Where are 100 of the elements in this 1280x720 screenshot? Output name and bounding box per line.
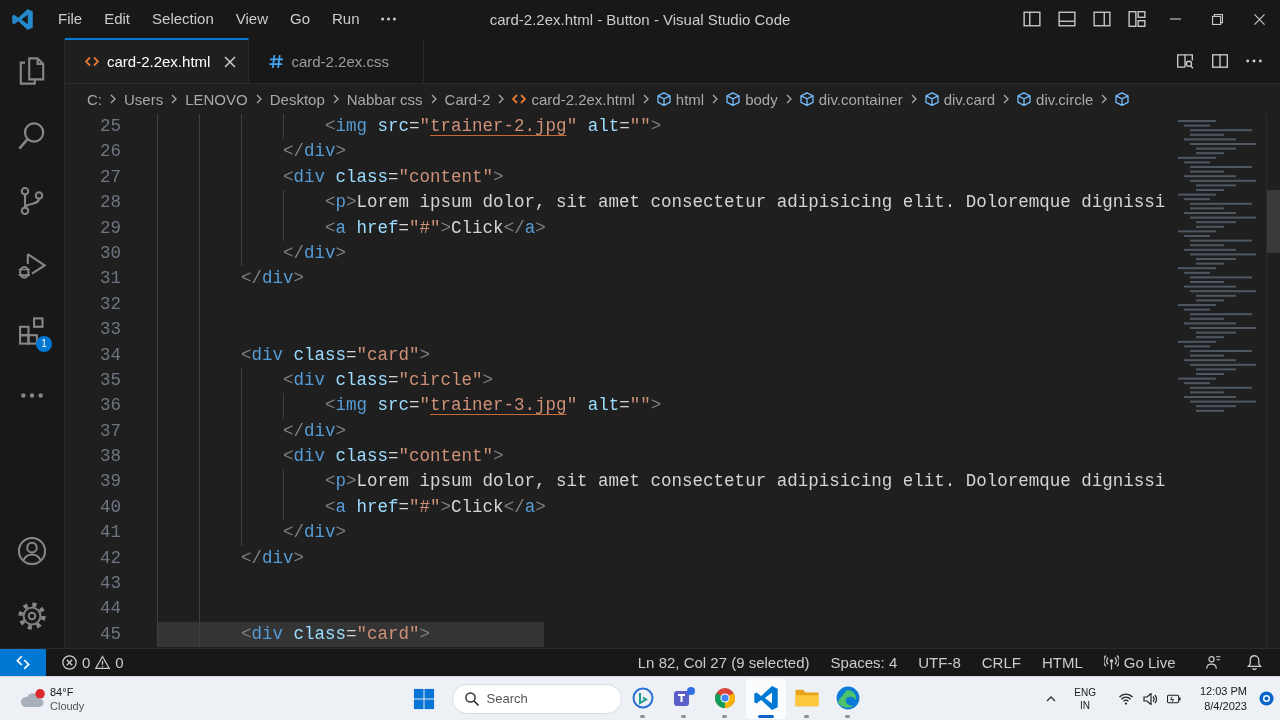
- cube-icon: [799, 92, 814, 106]
- line-number: 33: [99, 318, 121, 342]
- line-number: 43: [99, 572, 121, 596]
- line-number: 25: [99, 115, 121, 138]
- cube-icon[interactable]: [1115, 92, 1130, 106]
- code-line: </div>: [241, 546, 305, 570]
- start-icon[interactable]: [412, 687, 435, 710]
- layout-grid-icon[interactable]: [1127, 10, 1146, 28]
- line-number: 26: [99, 140, 121, 164]
- left-panel-layout-icon[interactable]: [1022, 10, 1041, 28]
- files-icon[interactable]: [18, 56, 46, 85]
- code-line: </div>: [283, 419, 347, 443]
- menu-item[interactable]: File: [47, 4, 94, 34]
- status-item[interactable]: Spaces: 4: [820, 654, 908, 671]
- close-icon[interactable]: [224, 55, 237, 68]
- breadcrumb-item[interactable]: card-2.2ex.html: [512, 90, 635, 108]
- line-number: 44: [99, 597, 121, 621]
- line-number: 34: [99, 343, 121, 367]
- line-number: 36: [99, 394, 121, 418]
- bell-icon[interactable]: [1247, 655, 1262, 670]
- menu-item[interactable]: Selection: [141, 4, 225, 34]
- line-number: 32: [99, 292, 121, 316]
- line-number: 39: [99, 470, 121, 494]
- preview-icon[interactable]: [1176, 51, 1194, 70]
- cube-icon: [1017, 92, 1032, 106]
- problems-button[interactable]: 0 0: [58, 654, 128, 671]
- branch-icon[interactable]: [18, 186, 46, 215]
- code-editor-icon: [753, 685, 778, 710]
- line-number: 28: [99, 191, 121, 215]
- more-icon[interactable]: [380, 17, 396, 21]
- cube-icon: [656, 92, 671, 106]
- play-bug-icon[interactable]: [18, 251, 46, 280]
- breadcrumb-item[interactable]: div.card: [924, 90, 996, 108]
- menu-item[interactable]: Run: [321, 4, 371, 34]
- more-icon[interactable]: [21, 393, 43, 398]
- breadcrumb-item[interactable]: div.circle: [1017, 90, 1094, 108]
- breadcrumb-item[interactable]: body: [726, 90, 778, 108]
- more-icon[interactable]: [1246, 58, 1262, 63]
- code-editor-logo-icon: [12, 8, 33, 30]
- status-item[interactable]: UTF-8: [907, 654, 972, 671]
- settings-icon[interactable]: [18, 601, 46, 630]
- weather-widget[interactable]: 84°F Cloudy: [17, 682, 91, 715]
- breadcrumb-item[interactable]: LENOVO: [185, 90, 248, 108]
- code-line: <p>Lorem ipsum dolor, sit amet consectetur adipisicing elit. Doloremque dignissi: [325, 470, 1166, 494]
- breadcrumb-item[interactable]: Nabbar css: [346, 90, 423, 108]
- menu-item[interactable]: Edit: [93, 4, 142, 34]
- line-number: 42: [99, 546, 121, 570]
- split-editor-icon[interactable]: [1211, 51, 1229, 70]
- bottom-panel-layout-icon[interactable]: [1057, 10, 1076, 28]
- search-icon[interactable]: [18, 121, 46, 150]
- remote-icon: [16, 655, 30, 670]
- line-number: 31: [99, 267, 121, 291]
- breadcrumb-item[interactable]: Users: [124, 90, 164, 108]
- line-number: 38: [99, 445, 121, 469]
- status-item[interactable]: Ln 82, Col 27 (9 selected): [627, 654, 821, 671]
- chevron-right-icon: [430, 94, 437, 104]
- right-panel-layout-icon[interactable]: [1092, 10, 1111, 28]
- volume-icon[interactable]: [1142, 692, 1157, 705]
- chevron-right-icon: [110, 94, 116, 104]
- line-number: 29: [99, 216, 121, 240]
- scrollbar-thumb[interactable]: [1267, 190, 1280, 253]
- remote-button[interactable]: [0, 649, 46, 676]
- code-line: <div class="content">: [283, 445, 504, 469]
- breadcrumb-item[interactable]: html: [656, 90, 705, 108]
- antenna-icon: [1103, 655, 1119, 670]
- menu-item[interactable]: Go: [279, 4, 321, 34]
- breadcrumb-item[interactable]: div.container: [799, 90, 903, 108]
- go-live-button[interactable]: Go Live: [1093, 654, 1186, 671]
- editor-tab[interactable]: card-2.2ex.html: [65, 38, 250, 83]
- feedback-icon[interactable]: [1206, 655, 1221, 670]
- language-indicator[interactable]: ENG IN: [1070, 683, 1100, 714]
- notification-icon[interactable]: [1259, 691, 1274, 706]
- status-item[interactable]: CRLF: [971, 654, 1032, 671]
- code-brackets-icon: [512, 92, 527, 106]
- menu-item[interactable]: View: [224, 4, 279, 34]
- chevron-right-icon: [785, 94, 792, 104]
- line-number: 45: [99, 622, 121, 646]
- code-line: </div>: [283, 140, 347, 164]
- temperature-text: 84°F: [50, 684, 75, 699]
- account-icon[interactable]: [18, 536, 46, 565]
- search-field[interactable]: Search: [451, 683, 622, 714]
- clock[interactable]: 12:03 PM 8/4/2023: [1197, 683, 1249, 714]
- line-number: 35: [99, 368, 121, 392]
- update-count-badge: 1: [36, 336, 52, 352]
- code-line: <a href="#">Click</a>: [325, 216, 546, 240]
- battery-icon[interactable]: [1166, 692, 1181, 705]
- close-icon: [1253, 13, 1265, 25]
- breadcrumb-item[interactable]: Card-2: [444, 90, 491, 108]
- breadcrumb-item[interactable]: C:: [87, 90, 102, 108]
- line-number: 27: [99, 165, 121, 189]
- code-line: <img src="trainer-2.jpg" alt="">: [325, 115, 662, 138]
- breadcrumb-item[interactable]: Desktop: [269, 90, 325, 108]
- extensions-icon[interactable]: [18, 316, 46, 345]
- status-item[interactable]: HTML: [1031, 654, 1094, 671]
- warning-icon: [95, 655, 111, 670]
- cube-icon: [726, 92, 741, 106]
- hash-icon: [269, 55, 284, 68]
- taskbar-app-button[interactable]: [745, 678, 786, 719]
- wifi-icon[interactable]: [1118, 692, 1133, 705]
- chevron-up-icon[interactable]: [1046, 695, 1057, 702]
